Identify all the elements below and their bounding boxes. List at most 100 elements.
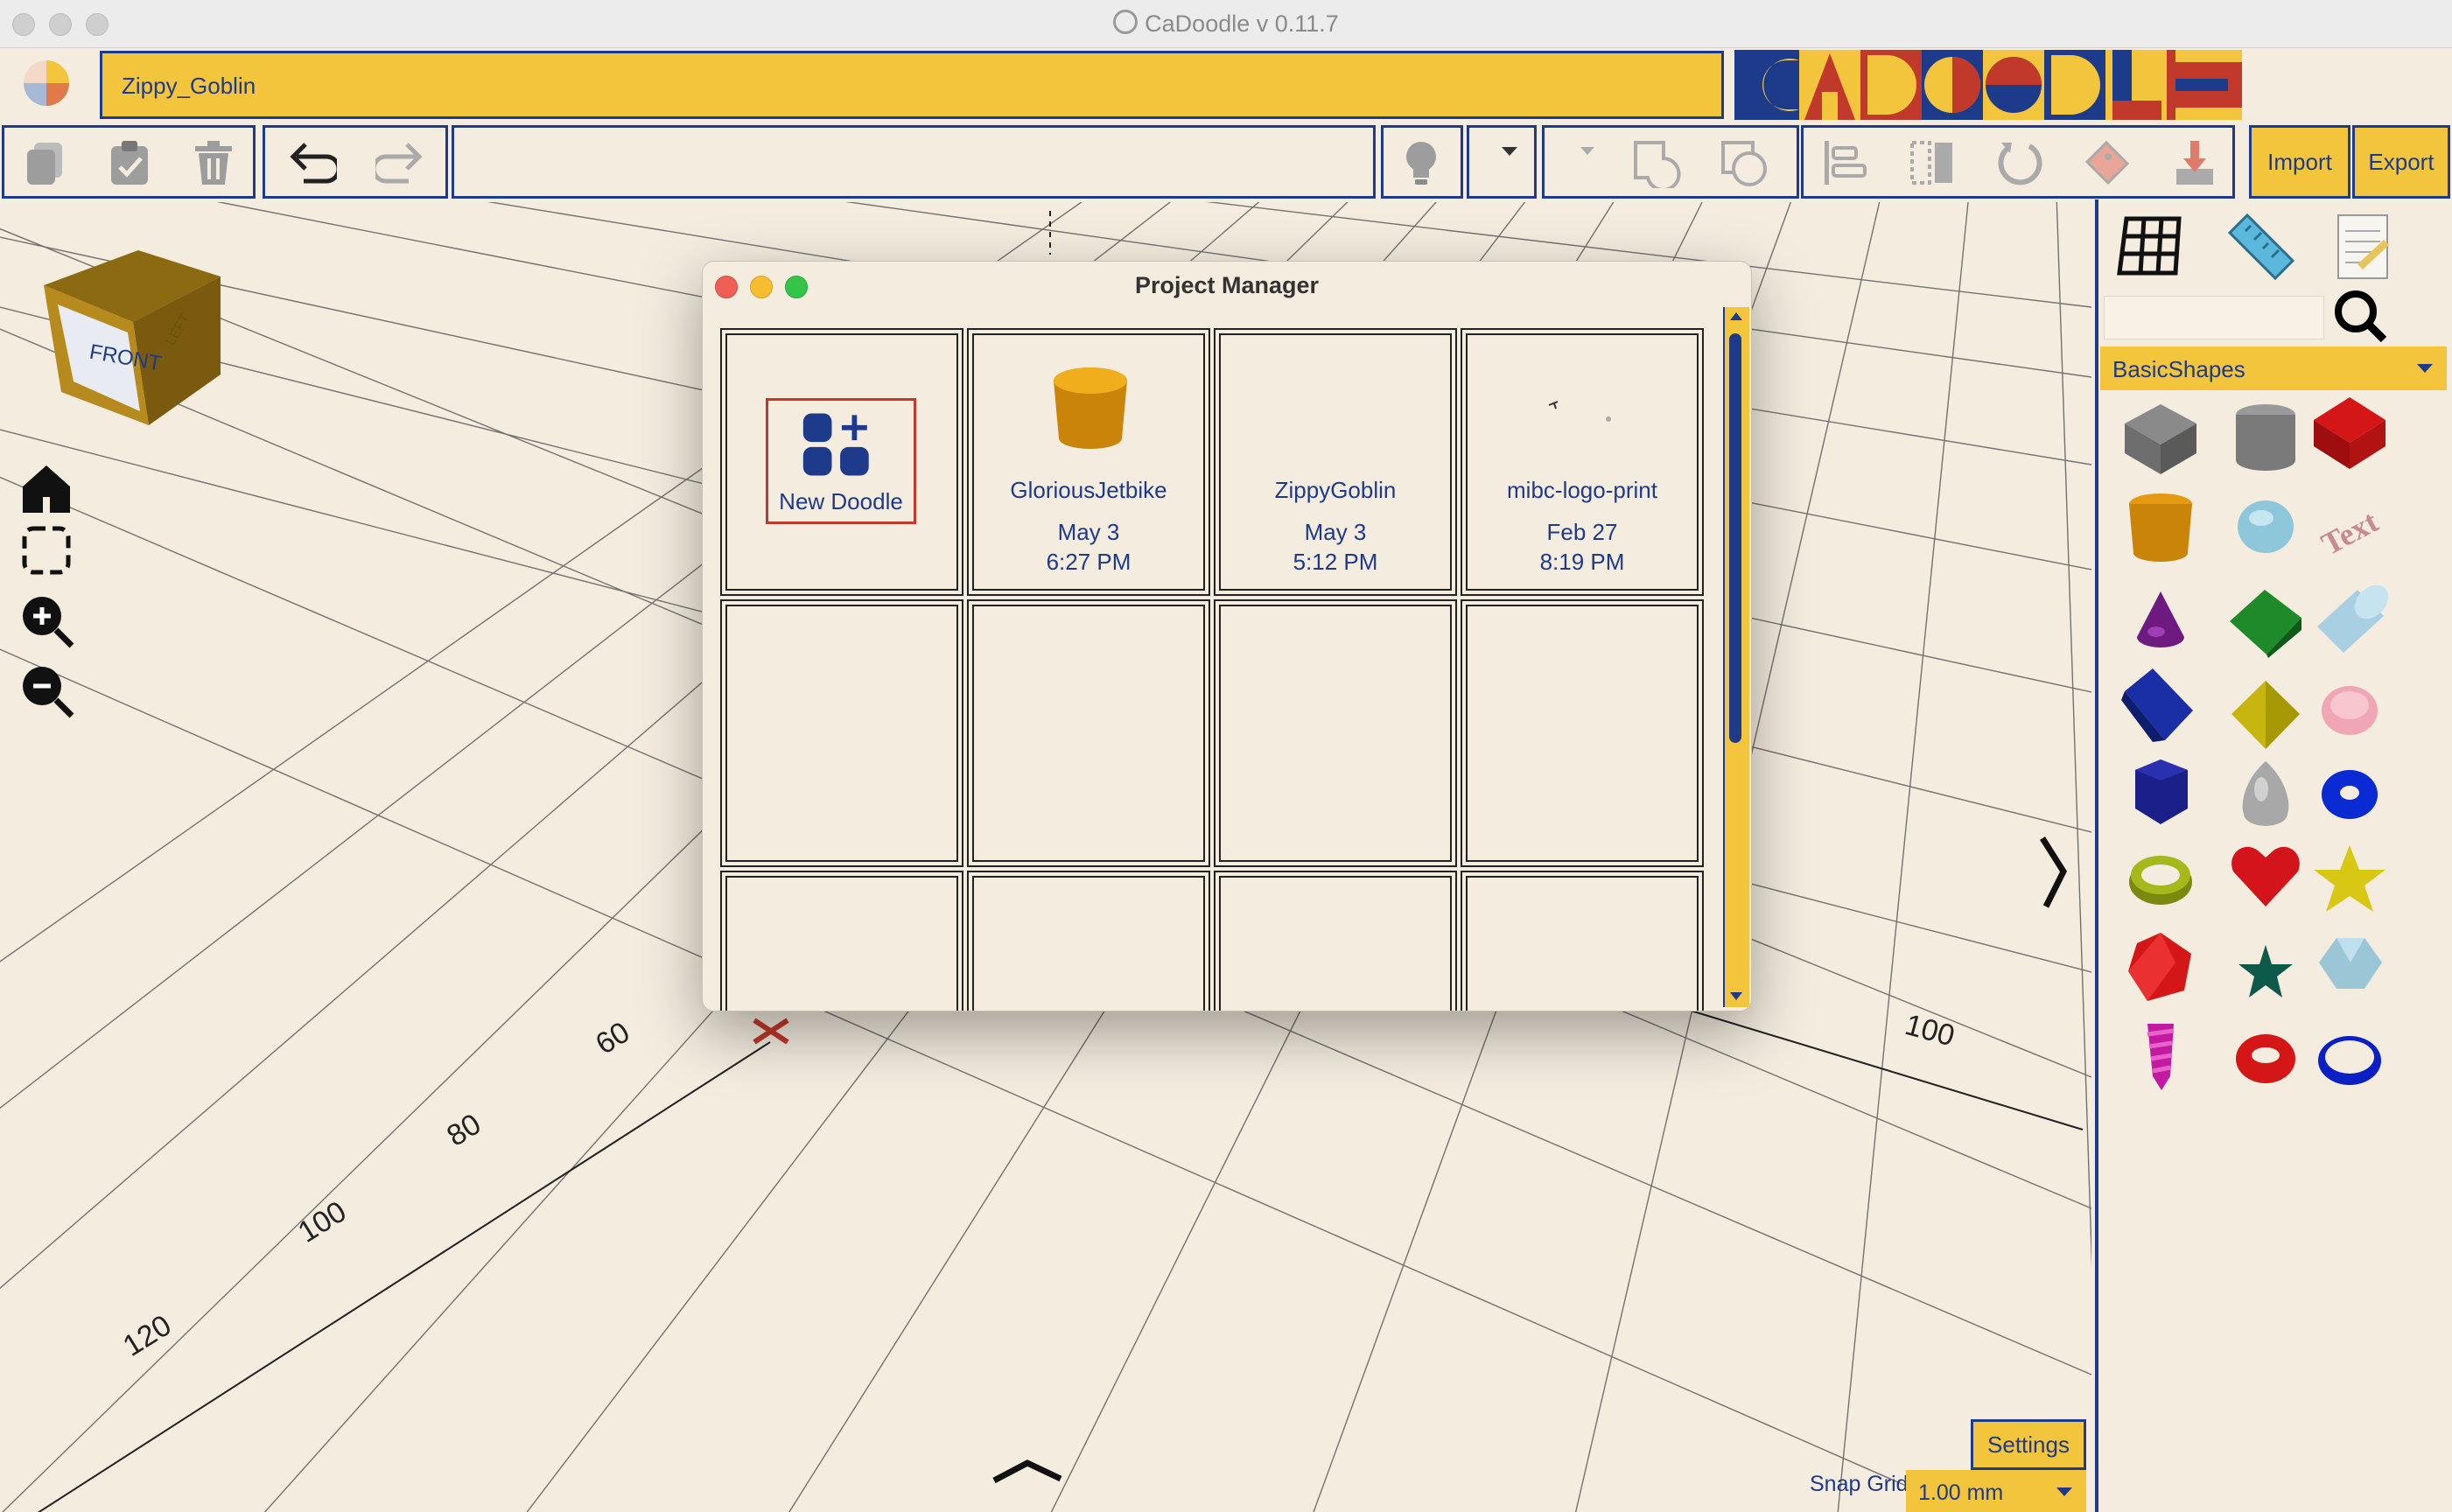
hole-button[interactable] (2081, 138, 2133, 187)
redo-button[interactable] (375, 138, 427, 187)
cadoodle-brand-logo (1734, 50, 2259, 122)
workplane-button[interactable] (2114, 212, 2186, 278)
align-button[interactable] (1818, 138, 1871, 187)
shape-heart-red[interactable] (2226, 836, 2305, 915)
dialog-close-button[interactable] (715, 276, 738, 298)
view-cube[interactable]: FRONT LEFT (26, 242, 224, 432)
shape-round-roof-pink[interactable] (2310, 670, 2389, 749)
shape-cylinder-orange[interactable] (2121, 486, 2200, 565)
shape-wedge-green[interactable] (2226, 583, 2305, 662)
workplane-dropdown[interactable] (1467, 125, 1537, 199)
shape-cylinder-gray[interactable] (2226, 399, 2305, 478)
shape-cylinder-lightblue[interactable] (2310, 583, 2389, 662)
project-card-mibc-logo-print[interactable]: mibc-logo-print Feb 27 8:19 PM (1461, 328, 1704, 596)
project-card-zippygoblin[interactable]: ZippyGoblin May 3 5:12 PM (1214, 328, 1457, 596)
scroll-up-arrow-icon[interactable] (1730, 312, 1742, 320)
shape-box[interactable] (2121, 399, 2200, 478)
zoom-in-button[interactable] (18, 592, 75, 649)
shape-icosahedron-lightblue[interactable] (2310, 928, 2389, 1006)
empty-project-cell (1461, 871, 1704, 1011)
group-shapes-icon (1634, 141, 1681, 188)
shape-torus-blue[interactable] (2310, 754, 2389, 833)
snap-grid-label: Snap Grid (1810, 1472, 1909, 1496)
ungroup-button[interactable] (1717, 138, 1769, 187)
project-name-field[interactable]: Zippy_Goblin (100, 51, 1724, 119)
zoom-in-icon (23, 597, 74, 648)
group-button[interactable] (1629, 138, 1682, 188)
drop-arrow-icon (2176, 141, 2213, 185)
new-doodle-button[interactable]: New Doodle (766, 398, 916, 524)
shape-screw-magenta[interactable] (2121, 1015, 2200, 1094)
export-button[interactable]: Export (2352, 125, 2450, 199)
shape-sphere-blue[interactable] (2226, 486, 2305, 565)
shape-prism-blue[interactable] (2118, 665, 2196, 744)
ungroup-shapes-icon (1721, 141, 1767, 186)
panel-toggle-chevron-icon[interactable] (2035, 833, 2070, 912)
window-titlebar: CaDoodle v 0.11.7 (0, 0, 2452, 48)
group-chevron-icon[interactable] (1580, 147, 1594, 155)
undo-button[interactable] (285, 138, 338, 187)
mirror-button[interactable] (1906, 138, 1958, 187)
svg-text:Text: Text (2315, 504, 2384, 563)
shape-paraboloid-gray[interactable] (2226, 754, 2305, 833)
bottom-chevron-icon[interactable] (991, 1456, 1064, 1491)
drop-to-workplane-button[interactable] (2168, 138, 2221, 187)
search-icon (2335, 290, 2387, 343)
shape-polyhedron-red[interactable] (2121, 928, 2200, 1006)
shape-ring-red[interactable] (2226, 1018, 2305, 1097)
shape-box-red[interactable] (2310, 394, 2389, 472)
home-view-button[interactable] (19, 462, 74, 516)
empty-project-cell (967, 599, 1210, 867)
search-button[interactable] (2331, 287, 2389, 345)
lightbulb-icon (1406, 142, 1436, 185)
project-time: 5:12 PM (1293, 549, 1378, 575)
shape-star-green[interactable] (2226, 933, 2305, 1012)
ruler-tick-100: 100 (292, 1194, 352, 1249)
shape-star-yellow[interactable] (2310, 840, 2389, 919)
project-thumbnail-logo (1548, 401, 1611, 422)
settings-button[interactable]: Settings (1971, 1419, 2086, 1470)
app-logo-icon[interactable] (19, 56, 74, 110)
project-grid: New Doodle GloriousJetbike May 3 6:27 PM… (720, 328, 1706, 1011)
project-scrollbar-thumb[interactable] (1729, 333, 1741, 743)
project-date: May 3 (1057, 519, 1120, 545)
copy-button[interactable] (21, 138, 74, 187)
shape-text[interactable]: Text (2310, 486, 2389, 565)
dialog-zoom-button[interactable] (785, 276, 808, 298)
shape-pyramid-yellow[interactable] (2226, 676, 2305, 754)
project-date: Feb 27 (1546, 519, 1618, 545)
shape-ring-blue[interactable] (2310, 1018, 2389, 1097)
project-time: 6:27 PM (1046, 549, 1131, 575)
ruler-icon (2227, 213, 2295, 281)
ruler-tick-120: 120 (117, 1308, 177, 1362)
fit-frame-icon (22, 526, 71, 575)
shape-cone-purple[interactable] (2121, 583, 2200, 662)
hole-tag-icon (2084, 140, 2130, 186)
shape-category-select[interactable]: BasicShapes (2100, 346, 2447, 390)
copy-icon (27, 143, 62, 185)
shape-hexagonal-prism-navy[interactable] (2121, 754, 2200, 833)
new-doodle-cell[interactable]: New Doodle (720, 328, 963, 596)
paste-button[interactable] (103, 138, 156, 187)
zoom-out-button[interactable] (18, 662, 75, 719)
origin-axis-marker (753, 1018, 789, 1045)
align-left-icon (1825, 141, 1867, 185)
notes-button[interactable] (2333, 208, 2394, 284)
ruler-button[interactable] (2223, 208, 2298, 284)
scroll-down-arrow-icon[interactable] (1730, 992, 1742, 1000)
import-button[interactable]: Import (2249, 125, 2350, 199)
project-card-gloriousjetbike[interactable]: GloriousJetbike May 3 6:27 PM (967, 328, 1210, 596)
snap-grid-select[interactable]: 1.00 mm (1906, 1470, 2086, 1512)
shape-tube-green[interactable] (2121, 840, 2200, 919)
delete-button[interactable] (187, 138, 240, 187)
dialog-minimize-button[interactable] (750, 276, 773, 298)
empty-project-cell (1461, 599, 1704, 867)
redo-icon (375, 143, 423, 184)
trash-icon (195, 141, 232, 185)
fit-view-button[interactable] (19, 523, 74, 578)
show-hide-button[interactable] (1395, 138, 1447, 187)
rotate-button[interactable] (1993, 138, 2046, 187)
shape-search-input[interactable] (2104, 296, 2324, 340)
empty-project-cell (967, 871, 1210, 1011)
rotate-icon (1998, 143, 2042, 186)
